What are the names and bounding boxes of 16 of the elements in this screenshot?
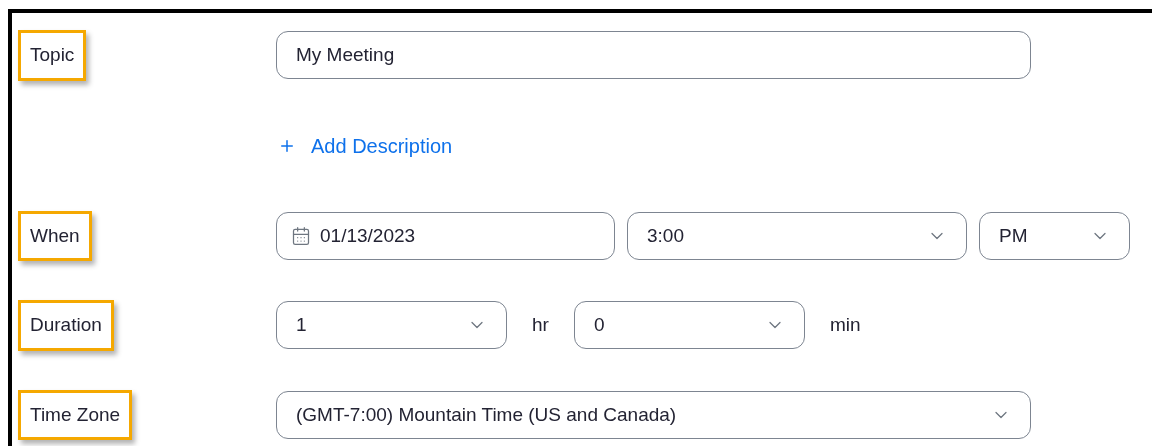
topic-field[interactable]: My Meeting bbox=[276, 31, 1031, 80]
add-description-link[interactable]: Add Description bbox=[276, 121, 455, 170]
field-label: Time Zone bbox=[18, 389, 133, 440]
dropdown[interactable]: 3:00 bbox=[627, 211, 967, 260]
date-field[interactable]: 01/13/2023 bbox=[276, 211, 615, 260]
unit-label: min bbox=[829, 313, 861, 337]
unit-label: hr bbox=[532, 313, 549, 337]
field-label: Duration bbox=[18, 300, 114, 351]
dropdown[interactable]: 1 bbox=[276, 301, 507, 350]
dropdown[interactable]: 0 bbox=[573, 301, 805, 350]
field-label: Topic bbox=[18, 30, 87, 81]
date-value: 01/13/2023 bbox=[320, 223, 416, 248]
dropdown[interactable]: (GMT-7:00) Mountain Time (US and Canada) bbox=[276, 390, 1031, 439]
dropdown[interactable]: PM bbox=[979, 211, 1130, 260]
field-label: When bbox=[18, 210, 92, 261]
calendar-icon bbox=[291, 225, 311, 246]
